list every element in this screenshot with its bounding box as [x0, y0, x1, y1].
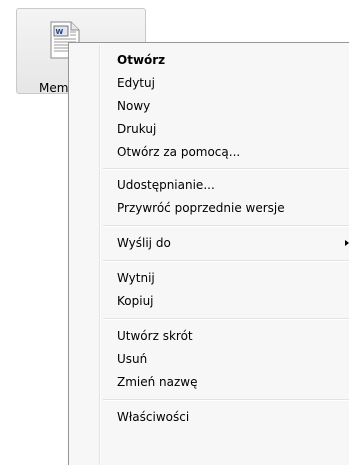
menu-item-delete[interactable]: Usuń	[117, 348, 349, 370]
file-name-label: Mem	[39, 81, 69, 95]
menu-item-properties[interactable]: Właściwości	[117, 406, 349, 428]
menu-item-open[interactable]: Otwórz	[117, 49, 349, 71]
menu-separator	[103, 318, 349, 320]
menu-item-open-with[interactable]: Otwórz za pomocą...	[117, 141, 349, 163]
menu-item-sharing[interactable]: Udostępnianie...	[117, 174, 349, 196]
svg-text:W: W	[56, 28, 64, 36]
chevron-right-icon	[345, 240, 349, 246]
menu-item-create-shortcut[interactable]: Utwórz skrót	[117, 325, 349, 347]
menu-item-new[interactable]: Nowy	[117, 95, 349, 117]
menu-item-print[interactable]: Drukuj	[117, 118, 349, 140]
menu-separator	[103, 168, 349, 170]
menu-item-cut[interactable]: Wytnij	[117, 267, 349, 289]
menu-item-edit[interactable]: Edytuj	[117, 72, 349, 94]
menu-item-send-to-label: Wyślij do	[117, 236, 171, 250]
menu-item-rename[interactable]: Zmień nazwę	[117, 371, 349, 393]
menu-separator	[103, 225, 349, 227]
menu-separator	[103, 399, 349, 401]
desktop: W Mem Otwórz Edytuj Nowy Drukuj Otwórz z…	[0, 0, 349, 465]
menu-item-copy[interactable]: Kopiuj	[117, 290, 349, 312]
menu-gutter-highlight	[100, 45, 101, 465]
menu-item-send-to[interactable]: Wyślij do	[117, 232, 349, 254]
menu-separator	[103, 260, 349, 262]
menu-item-restore-previous-versions[interactable]: Przywróć poprzednie wersje	[117, 197, 349, 219]
context-menu: Otwórz Edytuj Nowy Drukuj Otwórz za pomo…	[68, 42, 349, 465]
